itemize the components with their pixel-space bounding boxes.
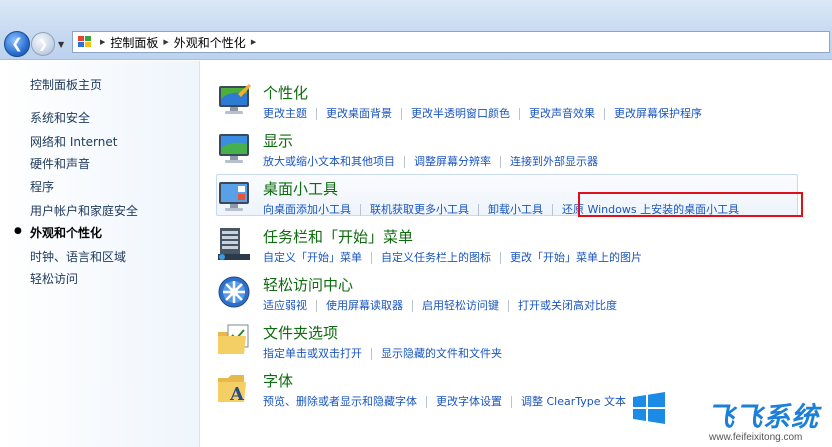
breadcrumb-separator-icon[interactable]: ▶ [251, 38, 256, 46]
personalization-title-link[interactable]: 个性化 [263, 82, 308, 103]
change-theme-link[interactable]: 更改主题 [263, 107, 307, 120]
fonts-links: 预览、删除或者显示和隐藏字体 更改字体设置 调整 ClearType 文本 [263, 393, 626, 409]
link-separator [316, 108, 317, 120]
highlight-annotation-box [578, 192, 803, 217]
link-separator [604, 108, 605, 120]
link-separator [511, 396, 512, 408]
sidebar-item-appearance[interactable]: 外观和个性化 [30, 224, 102, 241]
sidebar-home-link[interactable]: 控制面板主页 [30, 76, 102, 93]
change-screensaver-link[interactable]: 更改屏幕保护程序 [614, 107, 702, 120]
link-separator [500, 156, 501, 168]
change-window-color-link[interactable]: 更改半透明窗口颜色 [411, 107, 510, 120]
link-separator [401, 108, 402, 120]
link-separator [500, 252, 501, 264]
access-keys-link[interactable]: 启用轻松访问键 [422, 299, 499, 312]
screen-reader-link[interactable]: 使用屏幕读取器 [326, 299, 403, 312]
folder-options-title-link[interactable]: 文件夹选项 [263, 322, 338, 343]
link-separator [371, 348, 372, 360]
fonts-title-link[interactable]: 字体 [263, 370, 293, 391]
watermark-text: 飞飞系统 [707, 402, 819, 433]
sidebar-item-user-accounts[interactable]: 用户帐户和家庭安全 [30, 202, 138, 219]
link-separator [426, 396, 427, 408]
click-to-open-link[interactable]: 指定单击或双击打开 [263, 347, 362, 360]
sidebar-item-system-security[interactable]: 系统和安全 [30, 109, 90, 126]
forward-arrow-icon: ❯ [37, 37, 49, 51]
link-separator [478, 204, 479, 216]
gadgets-icon [219, 182, 249, 211]
display-links: 放大或缩小文本和其他项目 调整屏幕分辨率 连接到外部显示器 [263, 153, 598, 169]
taskbar-title-link[interactable]: 任务栏和「开始」菜单 [263, 226, 413, 247]
change-start-picture-link[interactable]: 更改「开始」菜单上的图片 [510, 251, 642, 264]
address-toolbar: ❮ ❯ ▼ ▶ 控制面板 ▶ 外观和个性化 ▶ [0, 0, 832, 60]
link-separator [519, 108, 520, 120]
svg-text:A: A [229, 384, 245, 405]
windows-logo-icon [633, 392, 665, 424]
external-display-link[interactable]: 连接到外部显示器 [510, 155, 598, 168]
link-separator [412, 300, 413, 312]
sidebar-item-network[interactable]: 网络和 Internet [30, 133, 117, 150]
sidebar-item-programs[interactable]: 程序 [30, 178, 54, 195]
link-separator [316, 300, 317, 312]
sidebar-item-clock-region[interactable]: 时钟、语言和区域 [30, 248, 126, 265]
watermark-url: www.feifeixitong.com [709, 432, 803, 443]
breadcrumb-separator-icon[interactable]: ▶ [163, 38, 168, 46]
sidebar-item-ease-of-access[interactable]: 轻松访问 [30, 270, 78, 287]
forward-button[interactable]: ❯ [31, 32, 55, 56]
back-button[interactable]: ❮ [4, 31, 30, 57]
watermark: 飞飞系统 www.feifeixitong.com [633, 389, 832, 447]
display-title-link[interactable]: 显示 [263, 130, 293, 151]
personalization-links: 更改主题 更改桌面背景 更改半透明窗口颜色 更改声音效果 更改屏幕保护程序 [263, 105, 702, 121]
sidebar: 控制面板主页 系统和安全 网络和 Internet 硬件和声音 程序 用户帐户和… [0, 61, 200, 447]
screen-resolution-link[interactable]: 调整屏幕分辨率 [414, 155, 491, 168]
taskbar-icon [218, 228, 250, 260]
change-background-link[interactable]: 更改桌面背景 [326, 107, 392, 120]
recent-pages-dropdown[interactable]: ▼ [58, 40, 68, 50]
link-separator [371, 252, 372, 264]
sidebar-item-hardware[interactable]: 硬件和声音 [30, 155, 90, 172]
address-bar[interactable]: ▶ 控制面板 ▶ 外观和个性化 ▶ [72, 31, 830, 53]
breadcrumb-control-panel[interactable]: 控制面板 [110, 34, 158, 51]
customize-taskbar-icons-link[interactable]: 自定义任务栏上的图标 [381, 251, 491, 264]
change-sound-link[interactable]: 更改声音效果 [529, 107, 595, 120]
gadgets-title-link[interactable]: 桌面小工具 [263, 178, 338, 199]
breadcrumb-separator-icon: ▶ [100, 38, 106, 46]
preview-fonts-link[interactable]: 预览、删除或者显示和隐藏字体 [263, 395, 417, 408]
folder-options-icon [218, 324, 249, 354]
customize-start-menu-link[interactable]: 自定义「开始」菜单 [263, 251, 362, 264]
link-separator [552, 204, 553, 216]
taskbar-links: 自定义「开始」菜单 自定义任务栏上的图标 更改「开始」菜单上的图片 [263, 249, 642, 265]
high-contrast-link[interactable]: 打开或关闭高对比度 [518, 299, 617, 312]
link-separator [508, 300, 509, 312]
cleartype-link[interactable]: 调整 ClearType 文本 [521, 395, 626, 408]
show-hidden-files-link[interactable]: 显示隐藏的文件和文件夹 [381, 347, 502, 360]
folder-options-links: 指定单击或双击打开 显示隐藏的文件和文件夹 [263, 345, 502, 361]
low-vision-link[interactable]: 适应弱视 [263, 299, 307, 312]
get-more-gadgets-link[interactable]: 联机获取更多小工具 [370, 203, 469, 216]
back-arrow-icon: ❮ [11, 36, 23, 52]
uninstall-gadget-link[interactable]: 卸载小工具 [488, 203, 543, 216]
ease-of-access-links: 适应弱视 使用屏幕读取器 启用轻松访问键 打开或关闭高对比度 [263, 297, 617, 313]
text-size-link[interactable]: 放大或缩小文本和其他项目 [263, 155, 395, 168]
add-gadgets-link[interactable]: 向桌面添加小工具 [263, 203, 351, 216]
breadcrumb-appearance[interactable]: 外观和个性化 [174, 34, 246, 51]
display-icon [219, 134, 249, 163]
fonts-icon: A [218, 375, 246, 405]
ease-of-access-title-link[interactable]: 轻松访问中心 [263, 274, 353, 295]
personalization-icon [219, 84, 251, 114]
link-separator [360, 204, 361, 216]
link-separator [404, 156, 405, 168]
ease-of-access-icon [218, 276, 250, 308]
font-settings-link[interactable]: 更改字体设置 [436, 395, 502, 408]
control-panel-icon [77, 35, 95, 49]
active-bullet-icon: ● [14, 226, 22, 236]
